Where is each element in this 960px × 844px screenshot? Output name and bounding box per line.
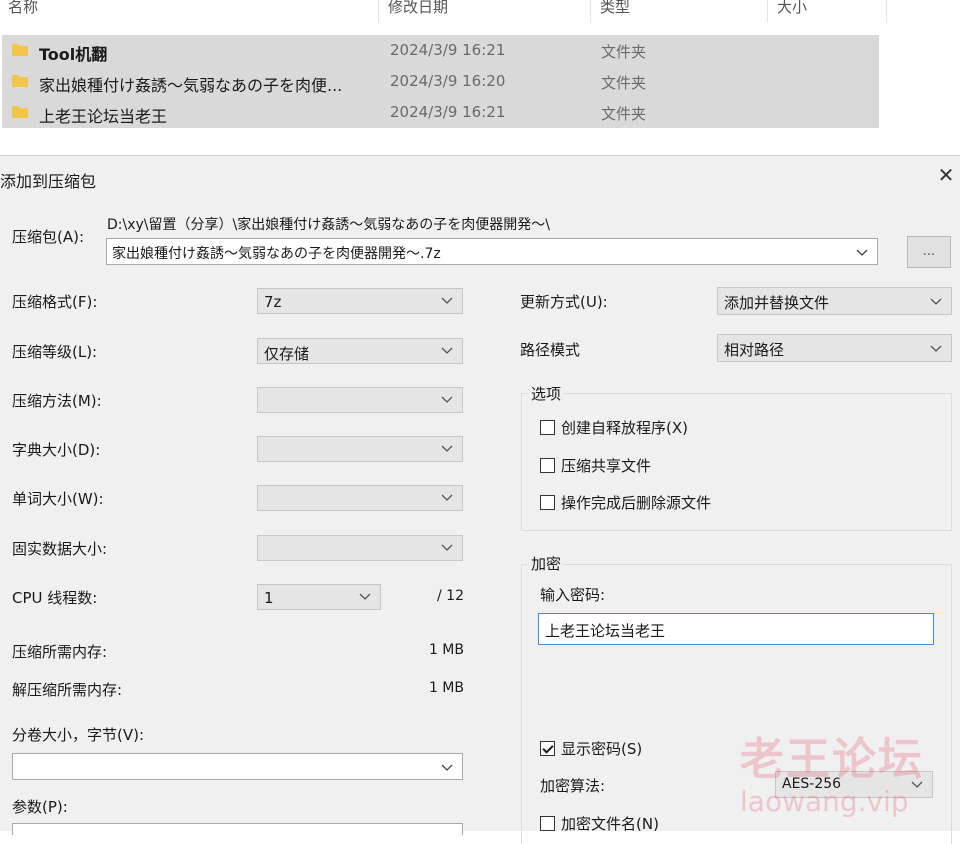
column-header-date[interactable]: 修改日期	[388, 0, 448, 22]
path-mode-label: 路径模式	[520, 341, 581, 359]
level-label: 压缩等级(L):	[12, 343, 98, 361]
column-header-size[interactable]: 大小	[777, 0, 807, 22]
file-name: 家出娘種付け姦誘～気弱なあの子を肉便...	[39, 76, 343, 95]
format-select[interactable]: 7z	[257, 288, 463, 314]
file-type: 文件夹	[601, 43, 647, 61]
watermark-url: laowang.vip	[740, 785, 909, 818]
sfx-checkbox[interactable]	[540, 420, 555, 435]
file-date: 2024/3/9 16:21	[390, 41, 506, 59]
chevron-down-icon[interactable]	[440, 392, 454, 406]
chevron-down-icon[interactable]	[440, 343, 454, 357]
chevron-down-icon[interactable]	[855, 245, 869, 259]
archive-name-combo[interactable]: 家出娘種付け姦誘～気弱なあの子を肉便器開発～.7z	[106, 238, 878, 265]
folder-icon	[12, 44, 28, 56]
chevron-down-icon[interactable]	[929, 341, 943, 355]
chevron-down-icon[interactable]	[358, 589, 372, 603]
password-input[interactable]: 上老王论坛当老王	[538, 613, 934, 645]
chevron-down-icon[interactable]	[440, 293, 454, 307]
show-password-checkbox[interactable]	[540, 741, 555, 756]
threads-select[interactable]: 1	[257, 584, 381, 610]
archive-path: D:\xy\留置（分享）\家出娘種付け姦誘～気弱なあの子を肉便器開発～\	[107, 217, 550, 233]
browse-button[interactable]: ...	[907, 236, 951, 268]
volume-combo[interactable]	[12, 753, 463, 780]
shared-files-label[interactable]: 压缩共享文件	[561, 455, 651, 476]
delete-after-label[interactable]: 操作完成后删除源文件	[561, 492, 711, 513]
mem-compress-label: 压缩所需内存:	[12, 643, 108, 661]
password-value: 上老王论坛当老王	[545, 622, 666, 640]
solid-label: 固实数据大小:	[12, 540, 108, 558]
path-mode-value: 相对路径	[724, 341, 785, 359]
encrypt-filenames-checkbox[interactable]	[540, 816, 555, 831]
show-password-label[interactable]: 显示密码(S)	[561, 738, 642, 759]
file-type: 文件夹	[601, 105, 647, 123]
file-row[interactable]: 上老王论坛当老王 2024/3/9 16:21 文件夹	[2, 97, 879, 128]
archive-name: 家出娘種付け姦誘～気弱なあの子を肉便器開発～.7z	[112, 246, 441, 262]
dict-label: 字典大小(D):	[12, 441, 101, 459]
chevron-down-icon[interactable]	[440, 490, 454, 504]
mem-decompress-label: 解压缩所需内存:	[12, 681, 123, 699]
params-label: 参数(P):	[12, 798, 68, 816]
word-select[interactable]	[257, 485, 463, 511]
chevron-down-icon[interactable]	[440, 760, 454, 774]
file-row[interactable]: 家出娘種付け姦誘～気弱なあの子を肉便... 2024/3/9 16:20 文件夹	[2, 66, 879, 97]
path-mode-select[interactable]: 相对路径	[717, 334, 952, 362]
watermark-text: 老王论坛	[740, 734, 924, 785]
update-mode-select[interactable]: 添加并替换文件	[717, 287, 952, 315]
format-value: 7z	[264, 293, 282, 311]
delete-after-checkbox[interactable]	[540, 495, 555, 510]
file-date: 2024/3/9 16:21	[390, 103, 506, 121]
column-divider[interactable]	[767, 0, 768, 22]
dict-select[interactable]	[257, 436, 463, 462]
close-icon[interactable]: ✕	[936, 165, 956, 185]
file-name: Tool机翻	[39, 45, 108, 64]
threads-total: / 12	[437, 588, 464, 604]
file-explorer: 名称 修改日期 类型 大小 Tool机翻 2024/3/9 16:21 文件夹 …	[0, 0, 960, 155]
folder-icon	[12, 106, 28, 118]
folder-icon	[12, 75, 28, 87]
volume-label: 分卷大小，字节(V):	[12, 726, 145, 744]
mem-compress-value: 1 MB	[428, 642, 464, 658]
params-input[interactable]	[12, 823, 463, 835]
mem-decompress-value: 1 MB	[428, 680, 464, 696]
chevron-down-icon[interactable]	[440, 441, 454, 455]
format-label: 压缩格式(F):	[12, 293, 98, 311]
encrypt-filenames-label[interactable]: 加密文件名(N)	[561, 813, 659, 834]
column-divider[interactable]	[590, 0, 591, 22]
column-divider[interactable]	[378, 0, 379, 22]
method-label: 压缩方法(M):	[12, 392, 102, 410]
level-select[interactable]: 仅存储	[257, 338, 463, 364]
shared-files-checkbox[interactable]	[540, 458, 555, 473]
column-header-name[interactable]: 名称	[8, 0, 38, 22]
chevron-down-icon[interactable]	[440, 540, 454, 554]
solid-select[interactable]	[257, 535, 463, 561]
method-select[interactable]	[257, 387, 463, 413]
file-name: 上老王论坛当老王	[39, 107, 168, 126]
options-title: 选项	[529, 383, 564, 404]
threads-label: CPU 线程数:	[12, 589, 98, 607]
word-label: 单词大小(W):	[12, 490, 104, 508]
update-mode-label: 更新方式(U):	[520, 293, 608, 311]
file-date: 2024/3/9 16:20	[390, 72, 506, 90]
archive-label: 压缩包(A):	[12, 228, 85, 246]
column-divider[interactable]	[886, 0, 887, 22]
threads-value: 1	[264, 589, 274, 607]
dialog-title: 添加到压缩包	[0, 172, 97, 191]
file-row[interactable]: Tool机翻 2024/3/9 16:21 文件夹	[2, 35, 879, 66]
encryption-method-label: 加密算法:	[540, 777, 606, 795]
level-value: 仅存储	[264, 345, 310, 363]
sfx-label[interactable]: 创建自释放程序(X)	[561, 417, 688, 438]
password-label: 输入密码:	[540, 586, 606, 604]
encryption-title: 加密	[529, 553, 564, 574]
chevron-down-icon[interactable]	[929, 294, 943, 308]
file-type: 文件夹	[601, 74, 647, 92]
column-header-type[interactable]: 类型	[600, 0, 630, 22]
update-mode-value: 添加并替换文件	[724, 294, 830, 312]
